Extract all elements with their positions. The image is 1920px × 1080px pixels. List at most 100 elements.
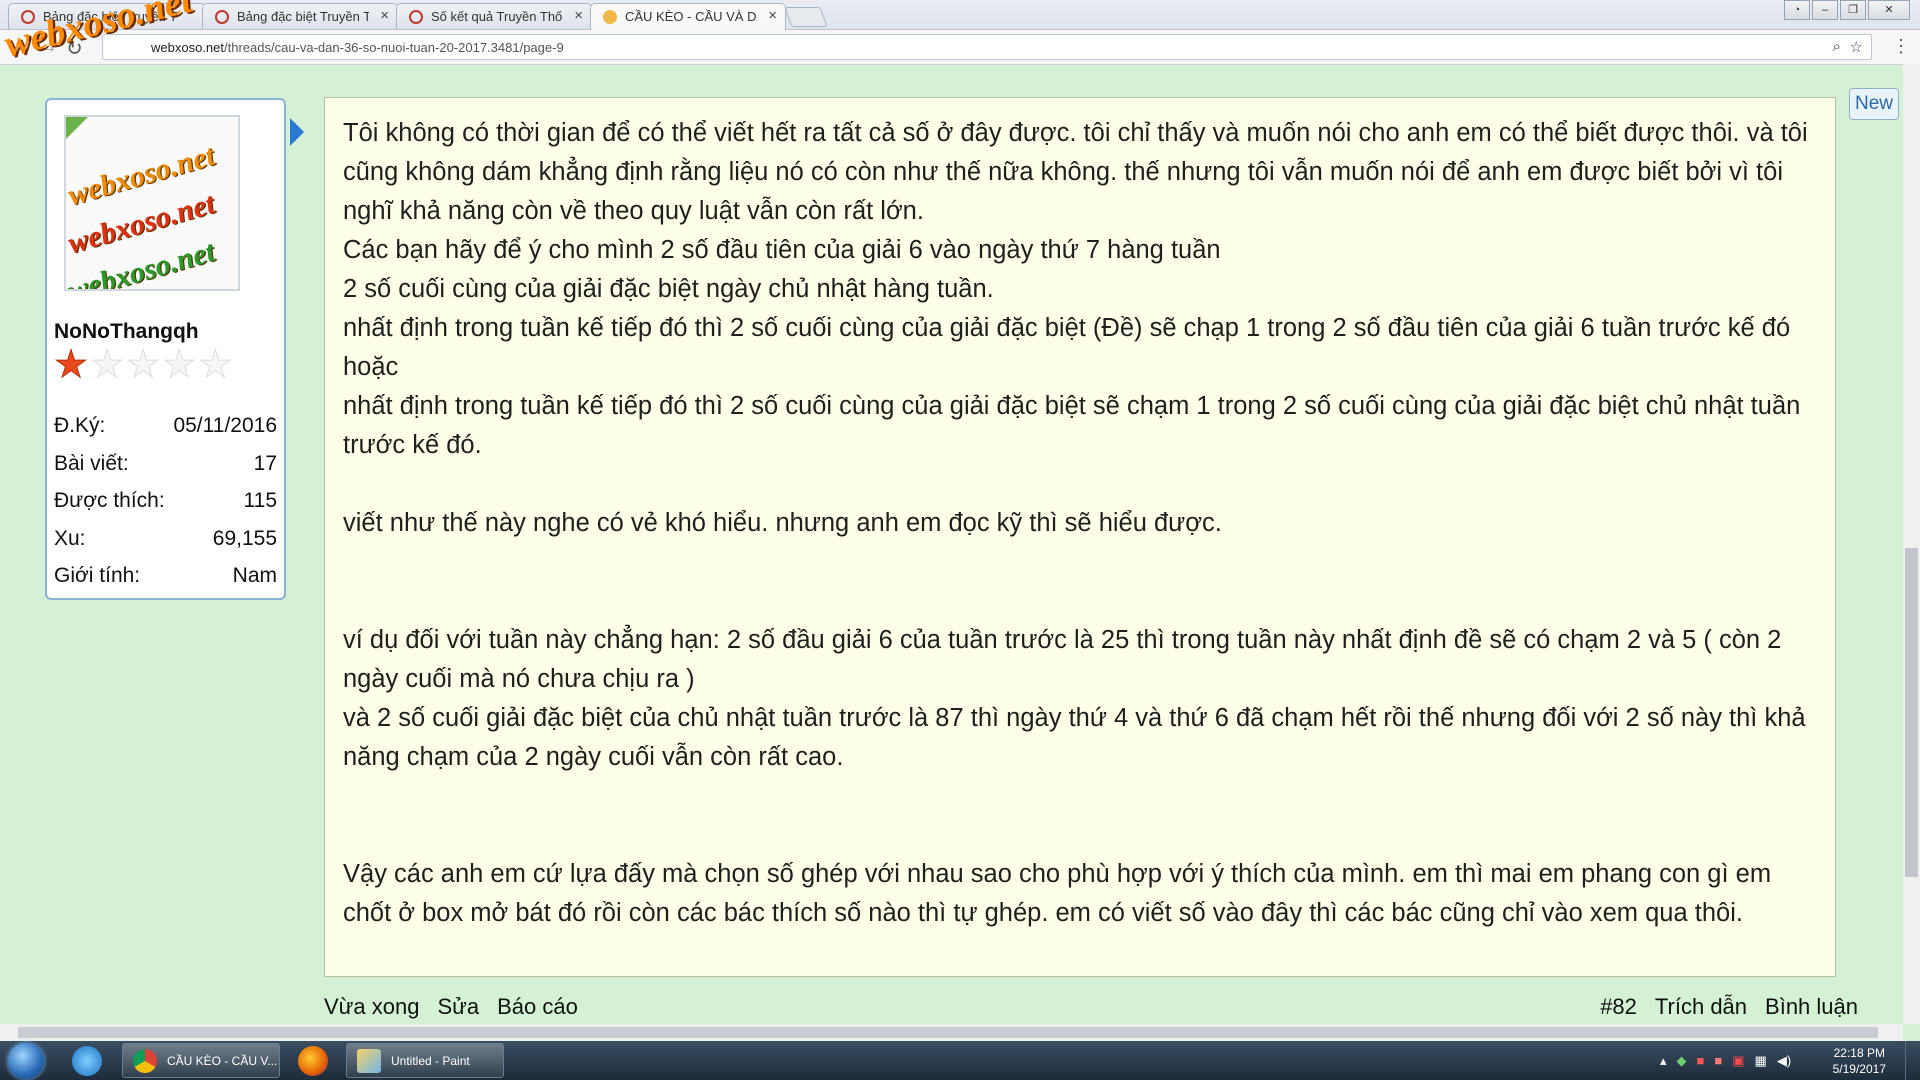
post-paragraph: Các bạn hãy để ý cho mình 2 số đầu tiên …: [343, 236, 1221, 264]
show-desktop-button[interactable]: [1905, 1041, 1920, 1080]
new-tab-button[interactable]: [784, 7, 828, 27]
post-paragraph: Tôi không có thời gian để có thể viết hế…: [343, 119, 1808, 225]
close-tab-icon[interactable]: ×: [380, 7, 389, 24]
taskbar-paint-window[interactable]: Untitled - Paint: [346, 1043, 504, 1078]
report-link[interactable]: Báo cáo: [497, 994, 578, 1020]
vertical-scrollbar[interactable]: [1903, 64, 1920, 1024]
network-icon[interactable]: ▦: [1755, 1053, 1767, 1069]
paint-icon: [357, 1049, 381, 1073]
site-favicon-icon: [603, 10, 617, 24]
minimize-icon[interactable]: –: [1812, 0, 1838, 20]
taskbar-chrome-window[interactable]: CẦU KÈO - CẦU V...: [122, 1043, 280, 1078]
stat-posts: Bài viết: 17: [54, 452, 277, 476]
stat-value: 17: [253, 452, 277, 475]
stat-value: 05/11/2016: [173, 414, 277, 437]
url-domain: webxoso.net: [151, 40, 224, 55]
window-controls: ◔ – ❐ ✕: [1784, 0, 1910, 20]
stat-gender: Giới tính: Nam: [54, 564, 277, 588]
avatar-corner-tag: [66, 117, 88, 139]
stat-value: 115: [243, 489, 277, 512]
browser-tab-strip: Bảng đặc biệt Truyền Th Bảng đặc biệt Tr…: [0, 0, 1920, 30]
post-paragraph: ví dụ đối với tuần này chẳng hạn: 2 số đ…: [343, 626, 1782, 693]
post-footer-left: Vừa xong Sửa Báo cáo: [324, 994, 578, 1020]
user-profile-icon[interactable]: ◔: [1784, 0, 1810, 20]
post-footer-right: #82 Trích dẫn Bình luận: [1600, 994, 1858, 1020]
stat-label: Đ.Ký:: [54, 414, 106, 437]
star-empty-icon: ★: [198, 344, 233, 386]
star-empty-icon: ★: [90, 344, 125, 386]
horizontal-scroll-thumb[interactable]: [18, 1027, 1878, 1038]
edit-link[interactable]: Sửa: [437, 994, 479, 1020]
volume-icon[interactable]: ◀): [1777, 1053, 1791, 1069]
browser-tab-2[interactable]: Bảng đặc biệt Truyền Th ×: [202, 3, 398, 29]
firefox-icon[interactable]: [298, 1046, 328, 1076]
stat-label: Bài viết:: [54, 452, 129, 475]
display-icon[interactable]: ▣: [1732, 1053, 1744, 1069]
close-window-icon[interactable]: ✕: [1868, 0, 1910, 20]
star-empty-icon: ★: [126, 344, 161, 386]
vertical-scroll-thumb[interactable]: [1905, 548, 1918, 877]
url-text: webxoso.net/threads/cau-va-dan-36-so-nuo…: [151, 40, 564, 55]
stat-label: Giới tính:: [54, 564, 141, 587]
stat-join-date: Đ.Ký: 05/11/2016: [54, 414, 277, 438]
zoom-icon[interactable]: ⌕: [1833, 38, 1841, 55]
tab-title: Số kết quả Truyền Thống: [431, 9, 563, 24]
start-button-icon[interactable]: [8, 1043, 44, 1079]
quote-link[interactable]: Trích dẫn: [1655, 994, 1747, 1020]
bookmark-star-icon[interactable]: ☆: [1850, 38, 1863, 56]
post-pointer-arrow: [290, 118, 304, 146]
post-paragraph: viết như thế này nghe có vẻ khó hiểu. nh…: [343, 509, 1222, 537]
network-app-icon[interactable]: ◆: [1677, 1053, 1687, 1069]
stat-likes: Được thích: 115: [54, 489, 277, 513]
restore-icon[interactable]: ❐: [1840, 0, 1866, 20]
post-paragraph: Vậy các anh em cứ lựa đấy mà chọn số ghé…: [343, 860, 1772, 927]
tray-app-icon[interactable]: ■: [1714, 1053, 1722, 1069]
horizontal-scrollbar[interactable]: [0, 1024, 1903, 1041]
stat-label: Được thích:: [54, 489, 165, 512]
menu-icon[interactable]: ⋮: [1892, 36, 1910, 57]
site-favicon-icon: [409, 10, 423, 24]
stat-coins: Xu: 69,155: [54, 527, 277, 551]
taskbar-item-label: CẦU KÈO - CẦU V...: [167, 1054, 278, 1068]
url-path: /threads/cau-va-dan-36-so-nuoi-tuan-20-2…: [224, 40, 564, 55]
stat-value: Nam: [232, 564, 277, 587]
site-favicon-icon: [215, 10, 229, 24]
stat-value: 69,155: [212, 527, 277, 550]
show-hidden-icons-icon[interactable]: ▴: [1660, 1053, 1667, 1069]
new-post-badge[interactable]: New: [1849, 88, 1899, 120]
browser-toolbar: ← → ↻ webxoso.net/threads/cau-va-dan-36-…: [0, 30, 1920, 65]
close-tab-icon[interactable]: ×: [768, 7, 777, 24]
post-body: Tôi không có thời gian để có thể viết hế…: [343, 114, 1823, 933]
tab-title: Bảng đặc biệt Truyền Th: [237, 9, 369, 24]
post-number-link[interactable]: #82: [1600, 994, 1637, 1020]
taskbar-item-label: Untitled - Paint: [391, 1054, 470, 1068]
antivirus-icon[interactable]: ■: [1697, 1053, 1705, 1069]
star-filled-icon: ★: [53, 344, 89, 386]
chrome-icon: [133, 1049, 157, 1073]
clock-date: 5/19/2017: [1832, 1062, 1886, 1076]
post-paragraph: nhất định trong tuần kế tiếp đó thì 2 số…: [343, 314, 1791, 381]
comment-link[interactable]: Bình luận: [1765, 994, 1858, 1020]
post-paragraph: và 2 số cuối giải đặc biệt của chủ nhật …: [343, 704, 1806, 771]
avatar[interactable]: webxoso.net webxoso.net webxoso.net: [64, 115, 240, 291]
internet-explorer-icon[interactable]: [72, 1046, 102, 1076]
username[interactable]: NoNoThangqh: [54, 320, 199, 344]
clock-time: 22:18 PM: [1833, 1046, 1885, 1060]
post-time-link[interactable]: Vừa xong: [324, 994, 419, 1020]
star-empty-icon: ★: [162, 344, 197, 386]
user-rating: ★ ★ ★ ★ ★: [53, 344, 233, 386]
tab-title: CẦU KÈO - CẦU VÀ DÀN: [625, 9, 757, 24]
post-paragraph: 2 số cuối cùng của giải đặc biệt ngày ch…: [343, 275, 994, 303]
stat-label: Xu:: [54, 527, 86, 550]
windows-taskbar: CẦU KÈO - CẦU V... Untitled - Paint ▴ ◆ …: [0, 1041, 1920, 1080]
address-bar[interactable]: webxoso.net/threads/cau-va-dan-36-so-nuo…: [102, 34, 1872, 60]
browser-tab-3[interactable]: Số kết quả Truyền Thống ×: [396, 3, 592, 29]
system-clock[interactable]: 22:18 PM 5/19/2017: [1833, 1045, 1886, 1077]
browser-tab-active[interactable]: CẦU KÈO - CẦU VÀ DÀN ×: [590, 3, 786, 30]
close-tab-icon[interactable]: ×: [574, 7, 583, 24]
system-tray: ▴ ◆ ■ ■ ▣ ▦ ◀): [1660, 1053, 1791, 1069]
